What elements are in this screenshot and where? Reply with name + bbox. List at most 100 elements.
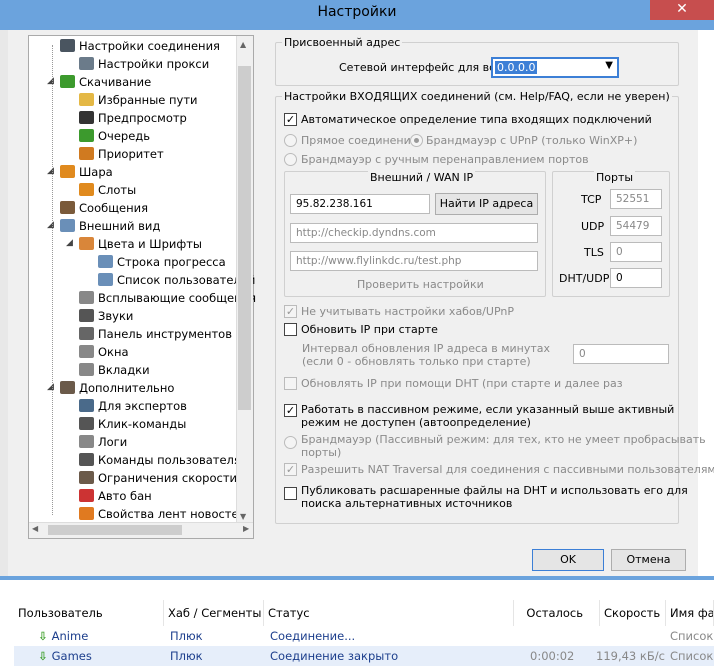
- tree-item-label: Приоритет: [98, 147, 164, 161]
- tree-item[interactable]: Шара: [60, 163, 113, 181]
- col-header-hub[interactable]: Хаб / Сегменты: [164, 600, 264, 626]
- row-hub: Плюк: [170, 649, 203, 663]
- tree-item[interactable]: Команды пользователя: [79, 451, 241, 469]
- tree-item[interactable]: Приоритет: [79, 145, 164, 163]
- download-icon: [60, 75, 75, 88]
- tree-item[interactable]: Скачивание: [60, 73, 151, 91]
- check-url-field-1[interactable]: http://checkip.dyndns.com: [290, 223, 538, 243]
- auto-detect-checkbox[interactable]: ✓: [284, 113, 297, 126]
- row-hub: Плюк: [170, 629, 203, 643]
- cancel-button[interactable]: Отмена: [611, 549, 686, 571]
- folder-icon: [79, 93, 94, 106]
- tree-connector-line: [52, 45, 53, 515]
- tree-hscroll-thumb[interactable]: [48, 525, 182, 535]
- interval-field[interactable]: 0: [573, 344, 669, 364]
- tree-item[interactable]: Сообщения: [60, 199, 148, 217]
- tree-scroll-thumb[interactable]: [238, 66, 251, 410]
- col-header-filename[interactable]: Имя фа: [666, 600, 714, 626]
- upnp-radio[interactable]: [410, 134, 423, 147]
- check-settings-link[interactable]: Проверить настройки: [357, 278, 484, 291]
- tree-item[interactable]: Клик-команды: [79, 415, 186, 433]
- tree-item[interactable]: Всплывающие сообщения: [79, 289, 256, 307]
- find-ip-button[interactable]: Найти IP адреса: [435, 193, 538, 215]
- incoming-legend: Настройки ВХОДЯЩИХ соединений (см. Help/…: [284, 90, 670, 103]
- firewall-passive-label-2: порты): [301, 446, 342, 459]
- col-header-speed[interactable]: Скорость: [600, 600, 666, 626]
- row-filename: Список: [670, 629, 714, 643]
- firewall-passive-label-1: Брандмауэр (Пассивный режим: для тех, кт…: [301, 433, 706, 446]
- passive-mode-checkbox[interactable]: ✓: [284, 404, 297, 417]
- tree-item-label: Шара: [79, 165, 113, 179]
- tree-item-label: Для экспертов: [98, 399, 187, 413]
- tree-item[interactable]: Слоты: [79, 181, 136, 199]
- udp-port-field[interactable]: 54479: [610, 216, 662, 236]
- col-header-user[interactable]: Пользователь: [14, 600, 164, 626]
- network-icon: [60, 39, 75, 52]
- table-row[interactable]: [14, 626, 714, 646]
- row-status: Соединение закрыто: [270, 649, 399, 663]
- tree-item[interactable]: Избранные пути: [79, 91, 198, 109]
- tree-item[interactable]: Ограничения скорости: [79, 469, 237, 487]
- background-window-edge-right: [698, 30, 714, 576]
- interval-label-1: Интервал обновления IP адреса в минутах: [302, 342, 551, 355]
- ok-button[interactable]: OK: [532, 549, 604, 571]
- tree-item[interactable]: Внешний вид: [60, 217, 160, 235]
- tools-icon: [60, 381, 75, 394]
- tree-item[interactable]: Свойства лент новостей: [79, 505, 246, 523]
- userlist-icon: [98, 273, 113, 286]
- tree-item[interactable]: Цвета и Шрифты: [79, 235, 202, 253]
- tree-item-label: Звуки: [98, 309, 134, 323]
- publish-dht-checkbox[interactable]: [284, 487, 297, 500]
- tree-item[interactable]: Авто бан: [79, 487, 152, 505]
- firewall-passive-radio[interactable]: [284, 436, 297, 449]
- tcp-port-field[interactable]: 52551: [610, 189, 662, 209]
- col-header-status[interactable]: Статус: [264, 600, 514, 626]
- manual-radio[interactable]: [284, 153, 297, 166]
- scroll-up-icon[interactable]: ▲: [240, 40, 246, 49]
- upnp-label: Брандмауэр с UPnP (только WinXP+): [426, 134, 638, 147]
- tree-item[interactable]: Для экспертов: [79, 397, 187, 415]
- check-url-field-2[interactable]: http://www.flylinkdc.ru/test.php: [290, 251, 538, 271]
- tree-item[interactable]: Очередь: [79, 127, 150, 145]
- tree-item[interactable]: Список пользователей: [98, 271, 255, 289]
- direct-radio[interactable]: [284, 134, 297, 147]
- tree-item[interactable]: Строка прогресса: [98, 253, 226, 271]
- download-arrow-icon: ⇩: [38, 649, 48, 663]
- expert-icon: [79, 399, 94, 412]
- tree-item-label: Сообщения: [79, 201, 149, 215]
- scroll-down-icon[interactable]: ▼: [240, 512, 246, 521]
- auto-detect-label: Автоматическое определение типа входящих…: [301, 113, 652, 126]
- tree-item[interactable]: Звуки: [79, 307, 133, 325]
- tree-item[interactable]: Окна: [79, 343, 129, 361]
- col-header-left[interactable]: Осталось: [514, 600, 600, 626]
- dht-port-field[interactable]: 0: [610, 268, 662, 288]
- tcp-label: TCP: [581, 193, 602, 206]
- tree-item-label: Избранные пути: [98, 93, 198, 107]
- scroll-right-icon[interactable]: ▶: [243, 524, 249, 533]
- tree-item[interactable]: Настройки прокси: [79, 55, 209, 73]
- scroll-left-icon[interactable]: ◀: [32, 524, 38, 533]
- tree-item[interactable]: Дополнительно: [60, 379, 174, 397]
- appearance-icon: [60, 219, 75, 232]
- row-filename: Список: [670, 649, 714, 663]
- update-ip-checkbox[interactable]: [284, 323, 297, 336]
- tree-item[interactable]: Настройки соединения: [60, 37, 220, 55]
- interface-select[interactable]: 0.0.0.0 ▼: [491, 57, 619, 78]
- tree-item[interactable]: Панель инструментов: [79, 325, 232, 343]
- tree-item-label: Команды пользователя: [98, 453, 241, 467]
- rss-icon: [79, 507, 94, 520]
- expand-arrow-icon[interactable]: ◢: [66, 238, 73, 248]
- external-ip-field[interactable]: 95.82.238.161: [290, 194, 430, 214]
- ignore-hubs-checkbox[interactable]: ✓: [284, 305, 297, 318]
- tree-item[interactable]: Логи: [79, 433, 127, 451]
- nat-traversal-checkbox[interactable]: ✓: [284, 463, 297, 476]
- dht-update-checkbox[interactable]: [284, 377, 297, 390]
- tls-port-field[interactable]: 0: [610, 242, 662, 262]
- ignore-hubs-label: Не учитывать настройки хабов/UPnP: [301, 305, 514, 318]
- tree-item-label: Вкладки: [98, 363, 150, 377]
- nat-traversal-label: Разрешить NAT Traversal для соединения с…: [301, 463, 714, 476]
- close-button[interactable]: ✕: [650, 0, 714, 20]
- update-ip-label: Обновить IP при старте: [301, 323, 438, 336]
- tree-item[interactable]: Вкладки: [79, 361, 150, 379]
- tree-item[interactable]: Предпросмотр: [79, 109, 187, 127]
